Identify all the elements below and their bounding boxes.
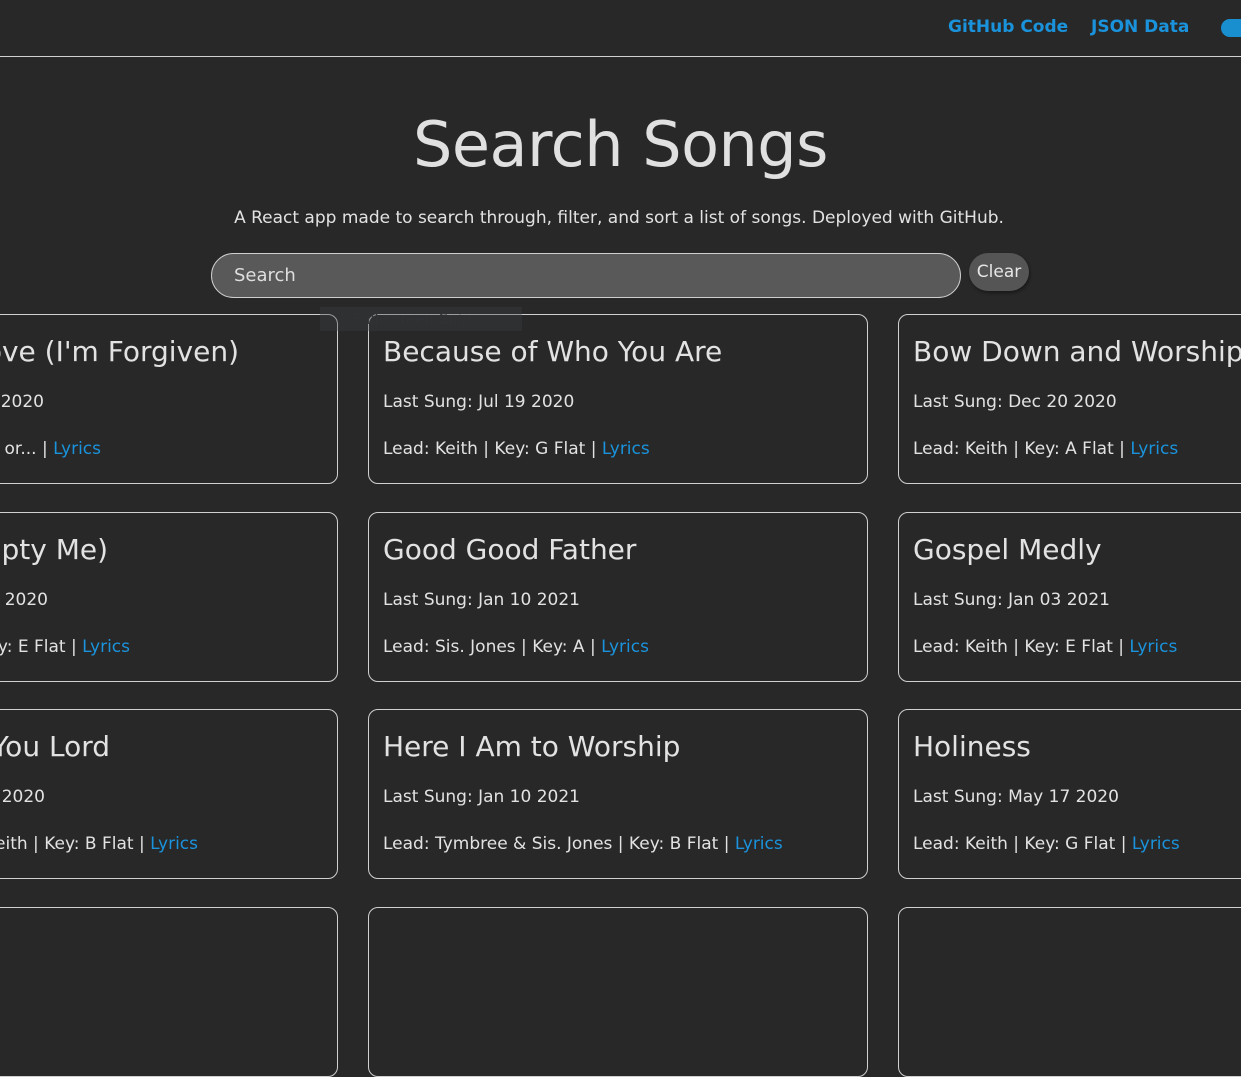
snip-tooltip: Full-screen Snip (320, 307, 522, 331)
last-sung-date: Last Sung: May 17 2020 (913, 787, 1119, 807)
song-title: Holiness (913, 730, 1031, 763)
song-meta: Lead: Tymbree & Sis. Jones | Key: B Flat… (383, 834, 783, 854)
last-sung-date: Last Sung: Jan 10 2021 (383, 787, 580, 807)
github-code-link[interactable]: GitHub Code (948, 17, 1068, 37)
lead-key-text: Lead: Keith | Key: G Flat | (913, 834, 1132, 854)
lead-key-text: Lead: Keith | Key: G Flat | (383, 439, 602, 459)
page-subtitle: A React app made to search through, filt… (234, 208, 1004, 228)
theme-toggle[interactable] (1221, 19, 1241, 37)
lead-key-text: Lead: Sis. Jones | Key: A | (383, 637, 602, 657)
lyrics-link[interactable]: Lyrics (735, 834, 783, 854)
song-card: Because of Who You Are Last Sung: Jul 19 … (368, 314, 868, 484)
lead-key-text: ey: E Flat | (0, 637, 77, 657)
lead-key-text: Lead: Keith | Key: A Flat | (913, 439, 1131, 459)
song-card (898, 907, 1241, 1077)
song-meta: Lead: Keith | Key: A Flat | Lyrics (913, 439, 1178, 459)
song-meta: Lead: Sis. Jones | Key: A | Lyrics (383, 637, 649, 657)
page-title: Search Songs (413, 108, 828, 181)
song-card: Bow Down and Worship Last Sung: Dec 20 20… (898, 314, 1241, 484)
song-title: Bow Down and Worship (913, 335, 1241, 368)
song-meta: Keith | Key: B Flat | Lyrics (0, 834, 198, 854)
lyrics-link[interactable]: Lyrics (150, 834, 198, 854)
lyrics-link[interactable]: Lyrics (602, 439, 650, 459)
song-meta: ey: E Flat | Lyrics (0, 637, 130, 657)
last-sung-date: Last Sung: Jan 10 2021 (383, 590, 580, 610)
song-meta: F or... | Lyrics (0, 439, 101, 459)
lyrics-link[interactable]: Lyrics (82, 637, 130, 657)
song-card: pty Me) 2020 ey: E Flat | Lyrics (0, 512, 338, 682)
song-title: Good Good Father (383, 533, 637, 566)
last-sung-date: 2020 (0, 392, 44, 412)
clear-button[interactable]: Clear (969, 253, 1029, 291)
song-card: You Lord 2020 Keith | Key: B Flat | Lyric… (0, 709, 338, 879)
song-card: Good Good Father Last Sung: Jan 10 2021 Le… (368, 512, 868, 682)
song-card: Here I Am to Worship Last Sung: Jan 10 20… (368, 709, 868, 879)
song-card: Holiness Last Sung: May 17 2020 Lead: Keit… (898, 709, 1241, 879)
lyrics-link[interactable]: Lyrics (1129, 637, 1177, 657)
json-data-link[interactable]: JSON Data (1091, 17, 1189, 37)
last-sung-date: 2020 (4, 590, 48, 610)
last-sung-date: Last Sung: Dec 20 2020 (913, 392, 1117, 412)
song-title: ove (I'm Forgiven) (0, 335, 239, 368)
lead-key-text: Lead: Keith | Key: E Flat | (913, 637, 1130, 657)
lyrics-link[interactable]: Lyrics (1132, 834, 1180, 854)
song-meta: Lead: Keith | Key: G Flat | Lyrics (383, 439, 650, 459)
song-meta: Lead: Keith | Key: G Flat | Lyrics (913, 834, 1180, 854)
song-card: Gospel Medly Last Sung: Jan 03 2021 Lead: … (898, 512, 1241, 682)
lyrics-link[interactable]: Lyrics (53, 439, 101, 459)
last-sung-date: Last Sung: Jul 19 2020 (383, 392, 575, 412)
song-card: ove (I'm Forgiven) 2020 F or... | Lyrics (0, 314, 338, 484)
navbar: GitHub Code JSON Data (0, 0, 1241, 57)
song-meta: Lead: Keith | Key: E Flat | Lyrics (913, 637, 1177, 657)
search-input[interactable] (211, 253, 961, 298)
last-sung-date: 2020 (1, 787, 45, 807)
song-title: You Lord (0, 730, 110, 763)
song-card (0, 907, 338, 1077)
song-title: Here I Am to Worship (383, 730, 681, 763)
lead-key-text: F or... | (0, 439, 48, 459)
lyrics-link[interactable]: Lyrics (1130, 439, 1178, 459)
lead-key-text: Keith | Key: B Flat | (0, 834, 151, 854)
song-card (368, 907, 868, 1077)
song-title: Because of Who You Are (383, 335, 723, 368)
lyrics-link[interactable]: Lyrics (601, 637, 649, 657)
song-title: Gospel Medly (913, 533, 1102, 566)
last-sung-date: Last Sung: Jan 03 2021 (913, 590, 1110, 610)
lead-key-text: Lead: Tymbree & Sis. Jones | Key: B Flat… (383, 834, 735, 854)
song-title: pty Me) (1, 533, 108, 566)
